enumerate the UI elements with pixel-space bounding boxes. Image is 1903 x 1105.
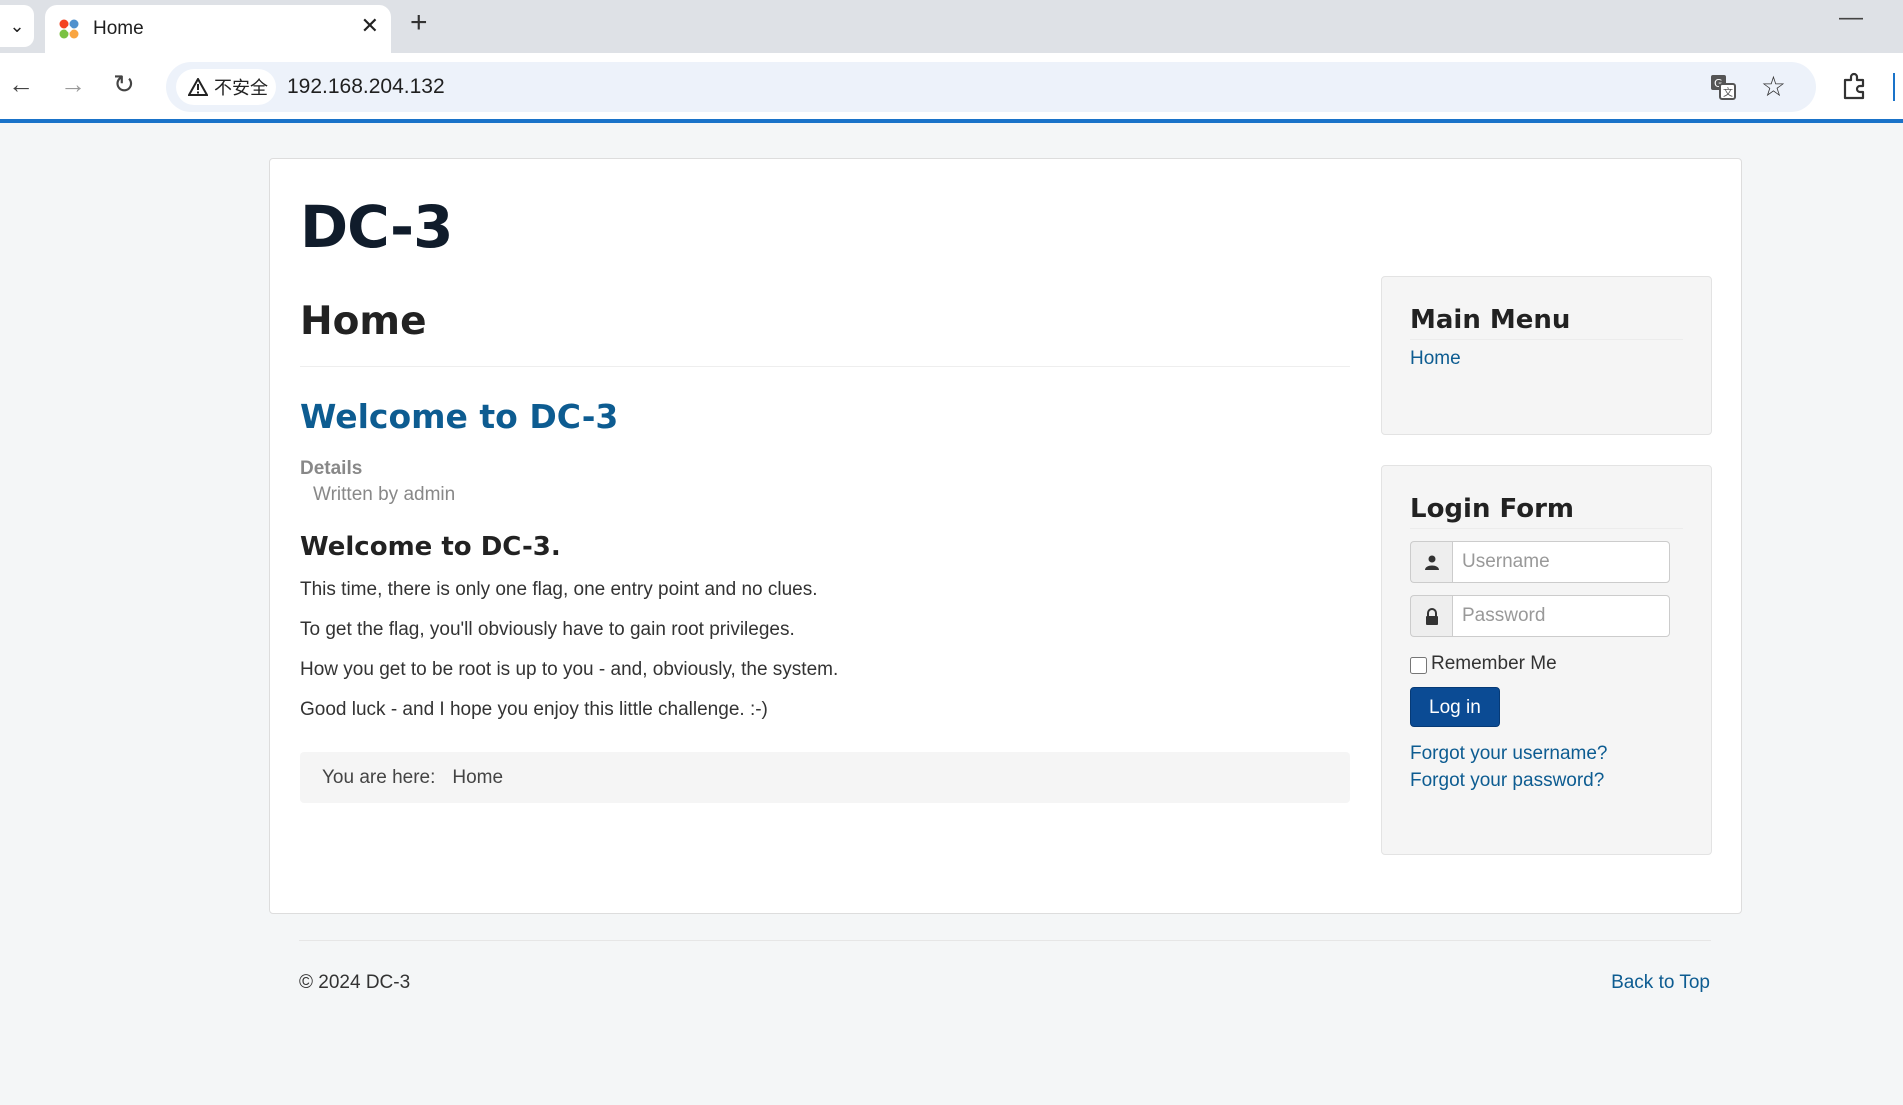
footer-divider <box>299 940 1711 941</box>
author-info: Written by admin <box>313 484 456 505</box>
forgot-username-link[interactable]: Forgot your username? <box>1410 740 1683 767</box>
main-content: Home Welcome to DC-3 Details Written by … <box>300 299 1350 803</box>
url-text[interactable]: 192.168.204.132 <box>287 75 445 99</box>
page-title: Home <box>300 299 1350 367</box>
lock-icon <box>1410 595 1452 637</box>
remember-me-checkbox[interactable] <box>1410 657 1427 674</box>
tab-search-icon[interactable]: ⌄ <box>0 5 34 47</box>
username-group <box>1410 541 1683 583</box>
remember-me-row[interactable]: Remember Me <box>1410 653 1683 675</box>
site-container: DC-3 Home Welcome to DC-3 Details Writte… <box>269 158 1742 914</box>
translate-icon[interactable]: G 文 <box>1710 74 1736 100</box>
reload-icon[interactable]: ↻ <box>113 69 135 100</box>
breadcrumb-label: You are here: <box>322 766 436 788</box>
back-arrow-icon[interactable]: ← <box>8 69 34 100</box>
extensions-icon[interactable] <box>1840 71 1870 101</box>
password-input[interactable] <box>1452 595 1670 637</box>
user-icon <box>1410 541 1452 583</box>
browser-toolbar: ← → ↻ 不安全 192.168.204.132 G 文 ☆ <box>0 53 1903 123</box>
article-subtitle: Welcome to DC-3. <box>300 532 561 562</box>
forward-arrow-icon[interactable]: → <box>60 69 86 100</box>
login-button[interactable]: Log in <box>1410 687 1500 727</box>
web-page: DC-3 Home Welcome to DC-3 Details Writte… <box>0 127 1903 1105</box>
new-tab-icon[interactable]: + <box>410 6 428 40</box>
remember-me-label: Remember Me <box>1431 653 1557 674</box>
close-icon[interactable]: ✕ <box>361 13 379 39</box>
breadcrumb-current: Home <box>452 766 504 788</box>
svg-text:文: 文 <box>1723 86 1733 99</box>
details-label: Details <box>300 458 363 479</box>
forgot-password-link[interactable]: Forgot your password? <box>1410 767 1683 794</box>
article-paragraph: This time, there is only one flag, one e… <box>300 579 818 600</box>
star-icon[interactable]: ☆ <box>1761 70 1786 103</box>
site-title[interactable]: DC-3 <box>300 193 453 261</box>
security-chip[interactable]: 不安全 <box>176 69 276 105</box>
article-paragraph: To get the flag, you'll obviously have t… <box>300 619 795 640</box>
toolbar-divider <box>1893 73 1895 101</box>
breadcrumb: You are here: Home <box>300 752 1350 803</box>
browser-tab[interactable]: Home ✕ <box>45 5 391 53</box>
footer-copyright: © 2024 DC-3 <box>299 972 411 993</box>
login-form-title: Login Form <box>1410 466 1683 529</box>
browser-tabstrip: ⌄ Home ✕ + — <box>0 0 1903 53</box>
main-menu-module: Main Menu Home <box>1381 276 1712 435</box>
security-label: 不安全 <box>214 78 268 98</box>
article-paragraph: How you get to be root is up to you - an… <box>300 659 839 680</box>
joomla-logo-icon <box>59 19 79 39</box>
article-title-link[interactable]: Welcome to DC-3 <box>300 397 1350 436</box>
back-to-top-link[interactable]: Back to Top <box>1611 972 1710 994</box>
menu-item-home[interactable]: Home <box>1410 348 1683 370</box>
tab-title: Home <box>93 18 144 39</box>
address-bar[interactable]: 不安全 192.168.204.132 G 文 ☆ <box>166 62 1816 112</box>
article-paragraph: Good luck - and I hope you enjoy this li… <box>300 699 768 720</box>
minimize-icon[interactable]: — <box>1839 4 1863 32</box>
password-group <box>1410 595 1683 637</box>
login-form-module: Login Form Remember Me Log in Forgot you… <box>1381 465 1712 855</box>
warning-icon <box>188 78 208 96</box>
username-input[interactable] <box>1452 541 1670 583</box>
main-menu-title: Main Menu <box>1410 277 1683 340</box>
